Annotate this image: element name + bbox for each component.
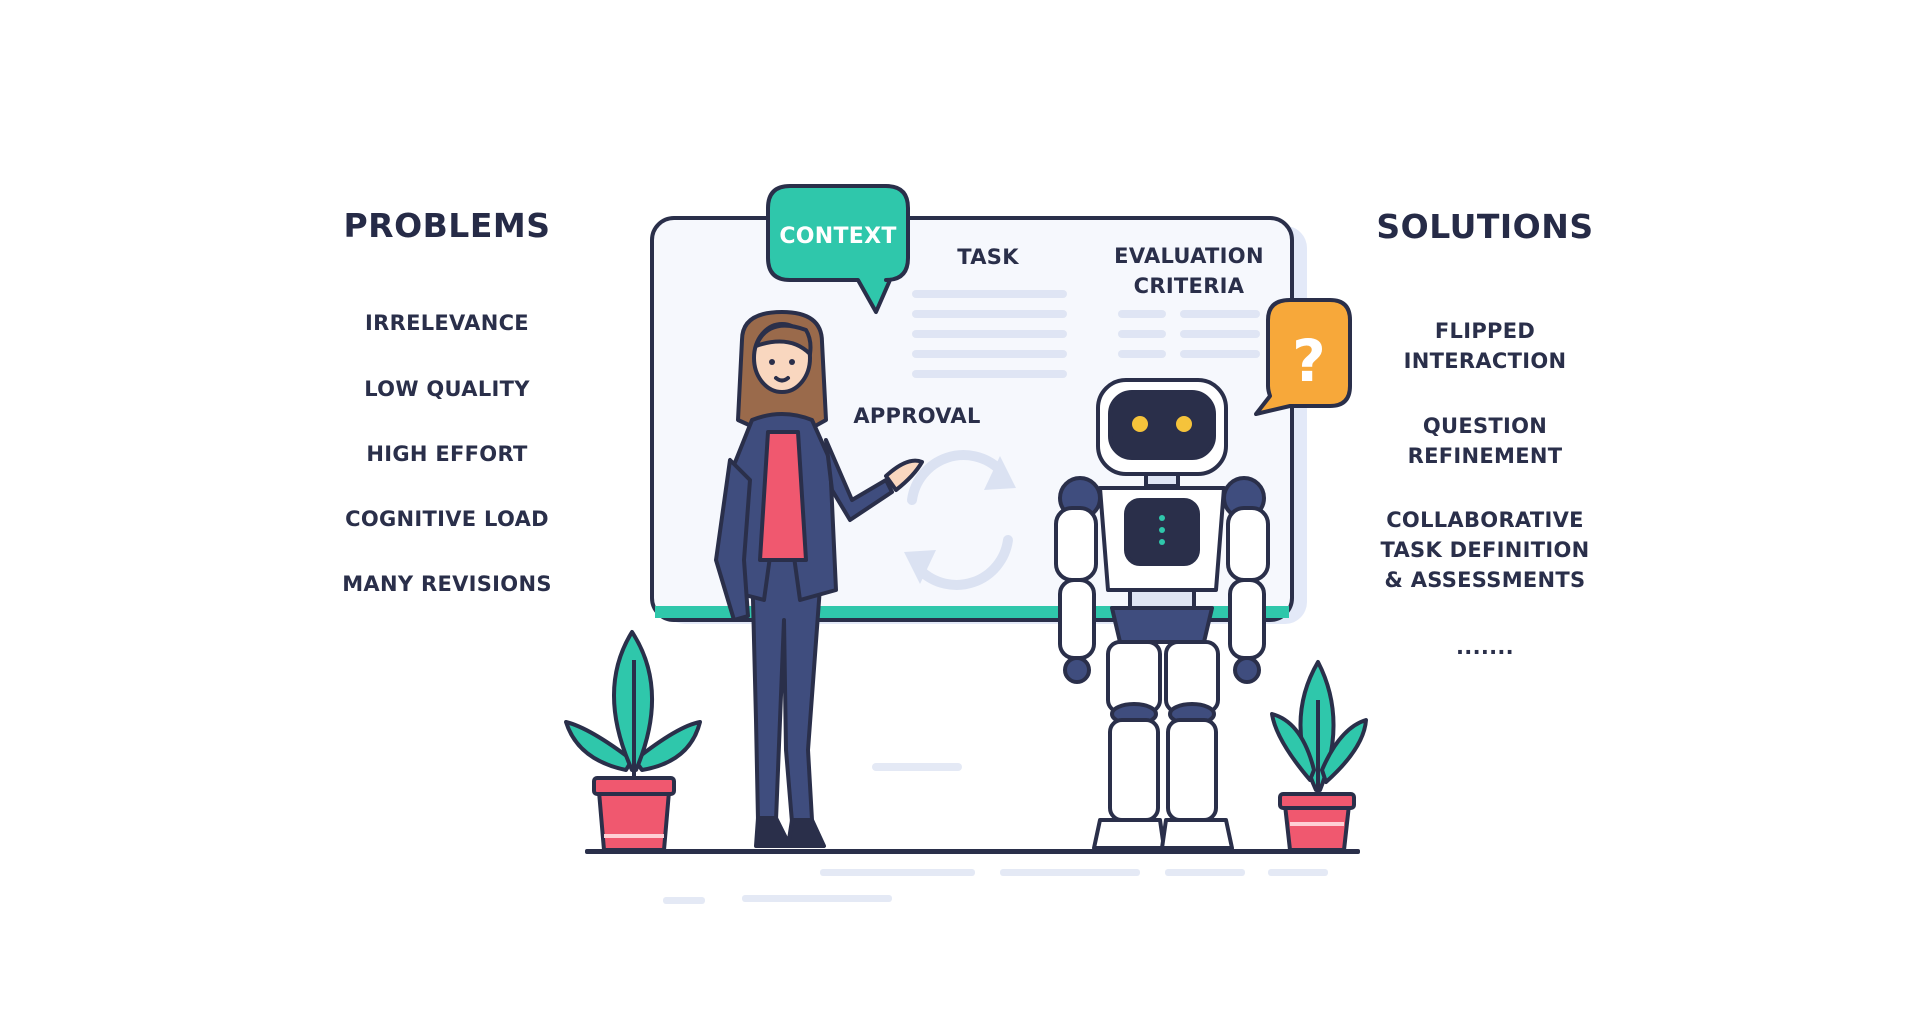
evaluation-criteria-label-line1: EVALUATION <box>1114 244 1264 268</box>
evaluation-criteria-label-line2: CRITERIA <box>1134 274 1245 298</box>
approval-label: APPROVAL <box>853 404 980 428</box>
floor-line <box>585 849 1360 854</box>
right-plant <box>1270 660 1368 852</box>
question-mark-icon: ? <box>1292 327 1326 395</box>
task-label: TASK <box>957 245 1019 269</box>
robot-eye <box>1176 416 1192 432</box>
context-label: CONTEXT <box>779 224 896 249</box>
question-speech-bubble: ? <box>1254 298 1352 416</box>
robot-eye <box>1132 416 1148 432</box>
left-plant <box>564 630 702 852</box>
collaboration-illustration: TASK EVALUATION CRITERIA APPROVAL CONTEX… <box>564 184 1368 904</box>
